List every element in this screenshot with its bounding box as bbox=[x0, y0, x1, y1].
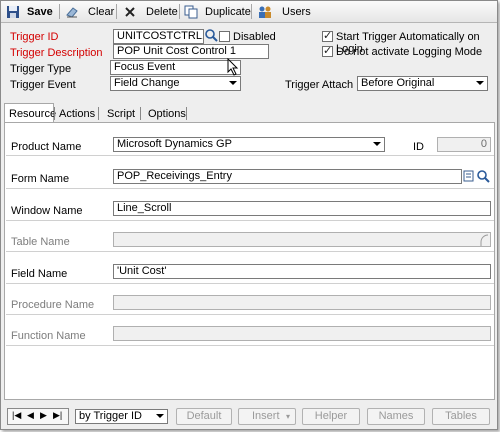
disabled-label: Disabled bbox=[233, 31, 276, 43]
duplicate-button[interactable]: Duplicate bbox=[184, 3, 251, 20]
function-name-field bbox=[113, 326, 491, 341]
no-logging-checkbox[interactable] bbox=[322, 44, 333, 57]
divider bbox=[6, 283, 494, 284]
divider bbox=[6, 155, 494, 156]
trigger-description-field[interactable]: POP Unit Cost Control 1 bbox=[113, 44, 269, 59]
divider bbox=[6, 251, 494, 252]
trigger-attach-select[interactable]: Before Original bbox=[357, 76, 488, 91]
tables-button[interactable]: Tables bbox=[432, 408, 490, 425]
divider bbox=[6, 345, 494, 346]
procedure-name-field bbox=[113, 295, 491, 310]
tab-options[interactable]: Options bbox=[148, 106, 186, 123]
delete-label: Delete bbox=[146, 5, 178, 18]
product-name-value: Microsoft Dynamics GP bbox=[117, 138, 232, 150]
toolbar-separator bbox=[251, 4, 252, 19]
chevron-down-icon bbox=[156, 414, 164, 418]
field-name-label: Field Name bbox=[11, 268, 68, 280]
insert-button[interactable]: Insert ▾ bbox=[238, 408, 296, 425]
divider bbox=[6, 188, 494, 189]
eraser-icon bbox=[66, 6, 78, 18]
table-name-label: Table Name bbox=[11, 236, 70, 248]
no-logging-label: Do not activate Logging Mode bbox=[336, 46, 483, 58]
duplicate-icon bbox=[184, 5, 198, 18]
record-navigator: |◀ ◀ ▶ ▶| bbox=[7, 408, 69, 425]
next-record-icon[interactable]: ▶ bbox=[40, 410, 47, 421]
trigger-attach-value: Before Original bbox=[361, 77, 435, 89]
delete-x-icon bbox=[125, 6, 135, 17]
floppy-disk-icon bbox=[7, 5, 19, 18]
clear-label: Clear bbox=[88, 5, 115, 18]
trigger-setup-window: Save Clear Delete Duplicate Users Trigge… bbox=[0, 0, 498, 430]
trigger-type-value: Focus Event bbox=[114, 61, 176, 73]
function-name-label: Function Name bbox=[11, 330, 86, 342]
tab-actions[interactable]: Actions bbox=[59, 106, 95, 123]
save-button[interactable]: Save bbox=[6, 3, 53, 20]
tab-script[interactable]: Script bbox=[107, 106, 135, 123]
tab-resource[interactable]: Resource bbox=[9, 106, 56, 123]
toolbar-separator bbox=[59, 4, 60, 19]
clear-button[interactable]: Clear bbox=[65, 3, 114, 20]
id-field: 0 bbox=[437, 137, 491, 152]
trigger-event-select[interactable]: Field Change bbox=[110, 76, 241, 91]
id-label: ID bbox=[413, 141, 424, 153]
divider bbox=[6, 220, 494, 221]
users-icon bbox=[259, 6, 271, 18]
save-label: Save bbox=[27, 5, 53, 18]
trigger-id-field[interactable]: UNITCOSTCTRL1 bbox=[113, 29, 204, 44]
trigger-type-select[interactable]: Focus Event bbox=[110, 60, 241, 75]
form-name-field[interactable]: POP_Receivings_Entry bbox=[113, 169, 462, 184]
toolbar-separator bbox=[116, 4, 117, 19]
disabled-checkbox[interactable] bbox=[219, 31, 230, 42]
table-lookup-icon bbox=[477, 232, 491, 247]
users-button[interactable]: Users bbox=[257, 3, 311, 20]
trigger-event-label: Trigger Event bbox=[10, 79, 76, 91]
trigger-type-label: Trigger Type bbox=[10, 63, 72, 75]
sort-by-select[interactable]: by Trigger ID bbox=[75, 409, 168, 424]
chevron-down-icon: ▾ bbox=[285, 412, 290, 421]
chevron-down-icon bbox=[373, 142, 381, 146]
trigger-attach-label: Trigger Attach bbox=[285, 79, 354, 91]
chevron-down-icon bbox=[476, 81, 484, 85]
tab-separator bbox=[140, 107, 141, 120]
chevron-down-icon bbox=[229, 81, 237, 85]
form-name-label: Form Name bbox=[11, 173, 70, 185]
names-button[interactable]: Names bbox=[367, 408, 425, 425]
tab-separator bbox=[186, 107, 187, 120]
trigger-id-label: Trigger ID bbox=[10, 31, 59, 43]
toolbar-separator bbox=[179, 4, 180, 19]
default-button[interactable]: Default bbox=[176, 408, 232, 425]
delete-button[interactable]: Delete bbox=[124, 3, 178, 20]
last-record-icon[interactable]: ▶| bbox=[53, 410, 62, 421]
form-lookup-icon[interactable] bbox=[463, 169, 491, 187]
first-record-icon[interactable]: |◀ bbox=[12, 410, 21, 421]
product-name-select[interactable]: Microsoft Dynamics GP bbox=[113, 137, 385, 152]
field-name-field[interactable]: 'Unit Cost' bbox=[113, 264, 491, 279]
procedure-name-label: Procedure Name bbox=[11, 299, 95, 311]
divider bbox=[6, 314, 494, 315]
start-trigger-checkbox[interactable] bbox=[322, 29, 333, 42]
duplicate-label: Duplicate bbox=[205, 5, 251, 18]
window-name-field[interactable]: Line_Scroll bbox=[113, 201, 491, 216]
sort-by-value: by Trigger ID bbox=[79, 410, 142, 422]
tab-separator bbox=[98, 107, 99, 120]
resource-panel: Product Name Microsoft Dynamics GP ID 0 … bbox=[4, 122, 495, 400]
product-name-label: Product Name bbox=[11, 141, 82, 153]
lookup-icon[interactable] bbox=[204, 28, 218, 45]
trigger-event-value: Field Change bbox=[114, 77, 180, 89]
tab-separator bbox=[54, 107, 55, 120]
window-name-label: Window Name bbox=[11, 205, 83, 217]
toolbar: Save Clear Delete Duplicate Users bbox=[1, 1, 497, 23]
table-name-field bbox=[113, 232, 491, 247]
trigger-description-label: Trigger Description bbox=[10, 47, 103, 59]
helper-button[interactable]: Helper bbox=[302, 408, 360, 425]
users-label: Users bbox=[282, 5, 311, 18]
previous-record-icon[interactable]: ◀ bbox=[27, 410, 34, 421]
insert-label: Insert bbox=[252, 410, 280, 422]
